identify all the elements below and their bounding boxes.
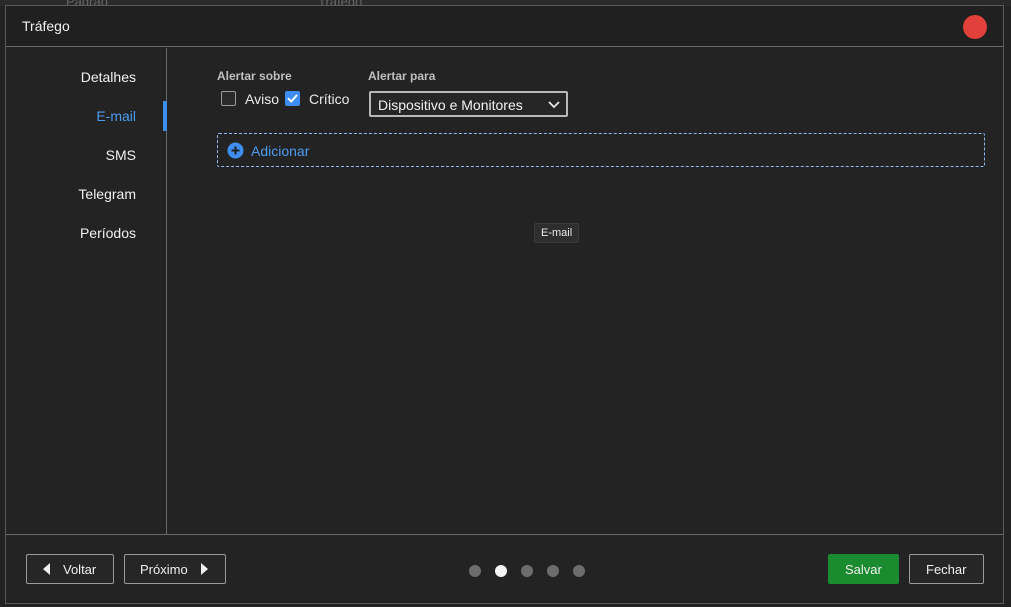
page-dot-3[interactable] — [521, 565, 533, 577]
critical-label: Crítico — [309, 91, 350, 107]
page-dot-5[interactable] — [573, 565, 585, 577]
caret-right-icon — [201, 563, 208, 575]
warning-label: Aviso — [245, 91, 279, 107]
alert-to-select[interactable]: Dispositivo e Monitores — [369, 91, 568, 117]
add-button-label: Adicionar — [251, 143, 310, 159]
next-button[interactable]: Próximo — [124, 554, 226, 584]
alert-to-value: Dispositivo e Monitores — [378, 97, 523, 113]
next-button-label: Próximo — [140, 562, 188, 577]
email-panel: Alertar sobre Aviso Crítico Alertar para… — [168, 48, 1003, 534]
sidebar-item-label: Telegram — [78, 186, 136, 202]
critical-checkbox[interactable] — [285, 91, 300, 106]
dialog-title: Tráfego — [22, 18, 70, 34]
alert-to-label: Alertar para — [368, 69, 436, 83]
sidebar-item-telegram[interactable]: Telegram — [5, 179, 166, 209]
save-button-label: Salvar — [845, 562, 882, 577]
add-recipient-area: Adicionar — [217, 133, 985, 167]
alert-about-label: Alertar sobre — [217, 69, 292, 83]
sidebar-item-label: Detalhes — [80, 69, 136, 85]
back-button[interactable]: Voltar — [26, 554, 114, 584]
dialog-sidebar: Detalhes E-mail SMS Telegram Períodos — [6, 48, 167, 534]
sidebar-item-label: Períodos — [79, 225, 136, 241]
page-dot-2[interactable] — [495, 565, 507, 577]
traffic-dialog: Tráfego Detalhes E-mail SMS Telegram Per… — [5, 5, 1004, 604]
save-button[interactable]: Salvar — [828, 554, 899, 584]
warning-checkbox[interactable] — [221, 91, 236, 106]
sidebar-item-email[interactable]: E-mail — [5, 101, 167, 131]
dialog-footer: Voltar Próximo Salvar Fechar — [6, 534, 1003, 603]
active-indicator — [163, 101, 167, 131]
page-dot-1[interactable] — [469, 565, 481, 577]
dialog-title-bar: Tráfego — [6, 6, 1003, 47]
sidebar-item-periods[interactable]: Períodos — [5, 218, 166, 248]
chevron-down-icon — [548, 101, 560, 109]
sidebar-item-label: E-mail — [96, 108, 136, 124]
email-tooltip: E-mail — [534, 223, 580, 243]
caret-left-icon — [43, 563, 50, 575]
close-button[interactable]: Fechar — [909, 554, 984, 584]
page-dot-4[interactable] — [547, 565, 559, 577]
sidebar-item-details[interactable]: Detalhes — [5, 62, 166, 92]
add-button[interactable]: Adicionar — [227, 142, 327, 160]
plus-circle-icon — [227, 142, 244, 159]
sidebar-item-sms[interactable]: SMS — [5, 140, 166, 170]
sidebar-item-label: SMS — [105, 147, 136, 163]
checkmark-icon — [287, 94, 298, 103]
back-button-label: Voltar — [63, 562, 97, 577]
close-button-label: Fechar — [926, 562, 967, 577]
close-dot-button[interactable] — [963, 15, 987, 39]
